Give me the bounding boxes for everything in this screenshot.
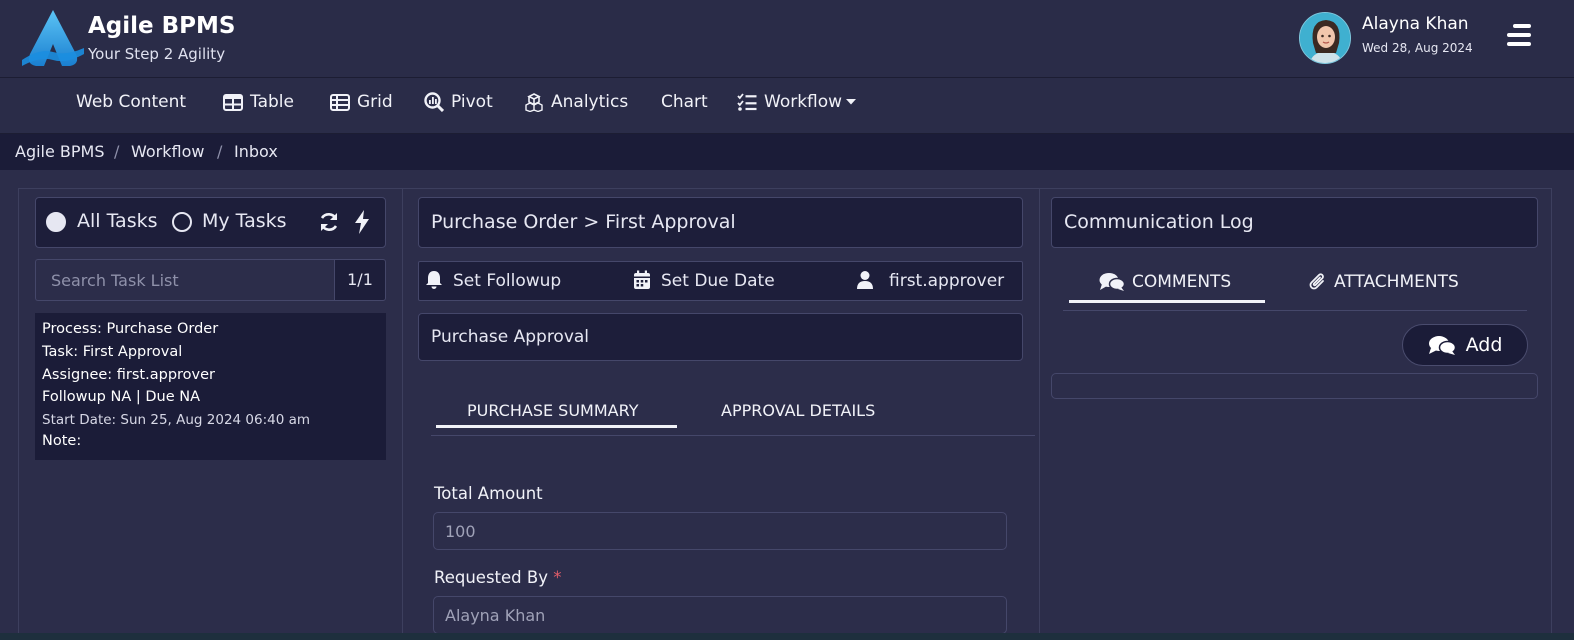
total-amount-label: Total Amount (434, 484, 543, 503)
agile-bpms-logo-icon[interactable] (22, 8, 84, 68)
breadcrumb-separator: / (114, 142, 120, 161)
required-marker: * (553, 568, 562, 587)
table-icon (223, 93, 243, 111)
nav-label: Pivot (451, 92, 493, 112)
all-tasks-radio[interactable] (46, 212, 66, 232)
checklist-icon (737, 93, 757, 111)
nav-label: Web Content (76, 92, 187, 112)
avatar-portrait-icon (1300, 13, 1350, 63)
nav-analytics[interactable]: Analytics (524, 92, 628, 112)
task-counter: 1/1 (334, 259, 386, 301)
all-tasks-label[interactable]: All Tasks (77, 210, 158, 232)
tab-approval-details[interactable]: APPROVAL DETAILS (721, 401, 875, 420)
add-comment-label: Add (1465, 334, 1503, 356)
hamburger-menu-icon[interactable] (1505, 22, 1531, 50)
tab-attachments[interactable]: ATTACHMENTS (1309, 272, 1459, 292)
communication-log-title: Communication Log (1064, 211, 1254, 233)
nav-web-content[interactable]: Web Content (76, 92, 186, 112)
add-comment-button[interactable]: Add (1402, 324, 1528, 366)
lightning-bolt-icon[interactable] (353, 210, 371, 234)
task-actions-bar: Set Followup Set Due Date first.approver (418, 261, 1023, 301)
nav-pivot[interactable]: Pivot (424, 92, 493, 112)
comments-icon (1099, 273, 1125, 291)
task-process: Process: Purchase Order (42, 321, 219, 337)
nav-chart[interactable]: Chart (661, 92, 708, 112)
user-avatar[interactable] (1299, 12, 1351, 64)
tab-attachments-label: ATTACHMENTS (1334, 272, 1459, 292)
form-title: Purchase Approval (431, 327, 590, 347)
task-search-input[interactable] (35, 259, 334, 301)
breadcrumb-item-inbox: Inbox (234, 142, 278, 161)
nav-workflow-dropdown[interactable]: Workflow (737, 92, 857, 112)
active-tab-indicator (436, 425, 677, 428)
task-followup-due: Followup NA | Due NA (42, 389, 201, 405)
column-divider (1039, 189, 1040, 640)
my-tasks-radio[interactable] (172, 212, 192, 232)
comments-list (1051, 373, 1538, 399)
breadcrumb-item-agile-bpms[interactable]: Agile BPMS (15, 142, 105, 161)
grid-list-icon (330, 93, 350, 111)
paperclip-icon (1309, 273, 1324, 290)
nav-label: Workflow (764, 92, 843, 112)
total-amount-field[interactable] (433, 512, 1007, 550)
user-name: Alayna Khan (1362, 14, 1469, 34)
requested-by-label: Requested By * (434, 568, 561, 587)
nav-grid[interactable]: Grid (330, 92, 393, 112)
nav-label: Analytics (551, 92, 629, 112)
tab-divider (431, 435, 1035, 436)
nav-table[interactable]: Table (223, 92, 294, 112)
main-nav: Web Content Table Grid Pivot Analytics C… (0, 78, 1574, 134)
task-note: Note: (42, 433, 82, 449)
task-detail-header: Purchase Order > First Approval (418, 197, 1023, 248)
user-icon (857, 271, 873, 289)
requested-by-label-text: Requested By (434, 568, 548, 587)
task-name: Task: First Approval (42, 344, 183, 360)
nav-label: Table (250, 92, 294, 112)
task-detail-title: Purchase Order > First Approval (431, 211, 736, 233)
requested-by-field[interactable] (433, 596, 1007, 634)
active-tab-indicator (1069, 300, 1265, 303)
bottom-edge (0, 633, 1574, 640)
top-bar: Agile BPMS Your Step 2 Agility Alayna Kh… (0, 0, 1574, 78)
tab-divider (1063, 310, 1527, 311)
app-title: Agile BPMS (88, 13, 236, 39)
magnify-chart-icon (424, 92, 444, 112)
app-subtitle: Your Step 2 Agility (88, 45, 226, 63)
tab-comments-label: COMMENTS (1132, 272, 1232, 292)
tab-purchase-summary[interactable]: PURCHASE SUMMARY (467, 401, 638, 420)
breadcrumb-separator: / (217, 142, 223, 161)
refresh-icon[interactable] (318, 211, 340, 233)
nav-label: Grid (357, 92, 393, 112)
current-date: Wed 28, Aug 2024 (1362, 41, 1473, 55)
comments-icon (1428, 335, 1456, 355)
bell-icon (426, 271, 442, 289)
tab-comments[interactable]: COMMENTS (1099, 272, 1231, 292)
task-assignee: Assignee: first.approver (42, 367, 216, 383)
set-followup-button[interactable]: Set Followup (453, 271, 561, 291)
task-list-item[interactable]: Process: Purchase Order Task: First Appr… (35, 313, 386, 460)
communication-log-header: Communication Log (1051, 197, 1538, 248)
breadcrumb-item-workflow[interactable]: Workflow (131, 142, 204, 161)
my-tasks-label[interactable]: My Tasks (202, 210, 287, 232)
set-due-date-button[interactable]: Set Due Date (661, 271, 775, 291)
task-start-date: Start Date: Sun 25, Aug 2024 06:40 am (42, 412, 311, 428)
column-divider (402, 189, 403, 640)
task-assignee-button[interactable]: first.approver (889, 271, 1004, 291)
caret-down-icon (846, 99, 857, 105)
calendar-icon (634, 270, 650, 289)
form-title-bar: Purchase Approval (418, 313, 1023, 361)
breadcrumb: Agile BPMS / Workflow / Inbox (0, 134, 1574, 170)
nav-label: Chart (661, 92, 708, 112)
cubes-icon (525, 93, 543, 112)
